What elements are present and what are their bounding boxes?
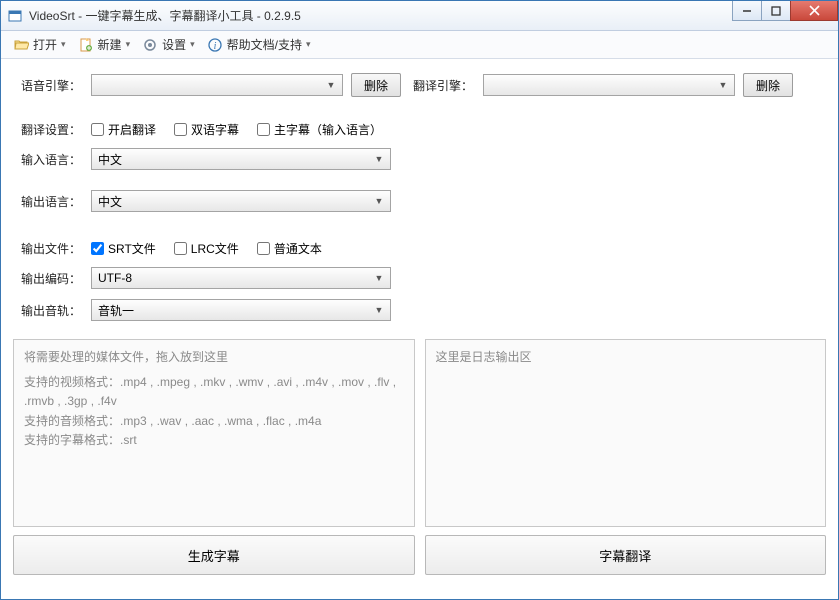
bottom-button-row: 生成字幕 字幕翻译 [1, 527, 838, 585]
chevron-down-icon: ▼ [716, 78, 730, 92]
input-language-label: 输入语言： [21, 151, 91, 168]
translate-engine-label: 翻译引擎： [413, 77, 475, 94]
caret-down-icon: ▾ [61, 39, 66, 50]
drop-zone-panel[interactable]: 将需要处理的媒体文件，拖入放到这里 支持的视频格式：.mp4 , .mpeg ,… [13, 339, 415, 527]
toolbar: 打开 ▾ 新建 ▾ 设置 ▾ i 帮助文档/支持 ▾ [1, 31, 838, 59]
output-language-combo[interactable]: 中文▼ [91, 190, 391, 212]
input-language-combo[interactable]: 中文▼ [91, 148, 391, 170]
help-menu[interactable]: i 帮助文档/支持 ▾ [203, 34, 315, 55]
output-track-label: 输出音轨： [21, 302, 91, 319]
output-encoding-label: 输出编码： [21, 270, 91, 287]
caret-down-icon: ▾ [306, 39, 311, 50]
caret-down-icon: ▾ [126, 39, 131, 50]
engine-row: 语音引擎： ▼ 删除 翻译引擎： ▼ 删除 [21, 73, 818, 97]
main-subtitle-checkbox[interactable]: 主字幕（输入语言） [257, 121, 382, 138]
settings-menu[interactable]: 设置 ▾ [138, 34, 199, 55]
output-encoding-combo[interactable]: UTF-8▼ [91, 267, 391, 289]
chevron-down-icon: ▼ [372, 303, 386, 317]
output-language-label: 输出语言： [21, 193, 91, 210]
gear-icon [142, 37, 158, 53]
new-menu[interactable]: 新建 ▾ [74, 34, 135, 55]
open-menu[interactable]: 打开 ▾ [9, 34, 70, 55]
log-panel: 这里是日志输出区 [425, 339, 827, 527]
caret-down-icon: ▾ [190, 39, 195, 50]
window-controls [733, 1, 838, 30]
output-files-label: 输出文件： [21, 240, 91, 257]
lrc-checkbox[interactable]: LRC文件 [174, 240, 239, 257]
titlebar: VideoSrt - 一键字幕生成、字幕翻译小工具 - 0.2.9.5 [1, 1, 838, 31]
translate-settings-row: 翻译设置： 开启翻译 双语字幕 主字幕（输入语言） [21, 121, 818, 138]
enable-translate-checkbox[interactable]: 开启翻译 [91, 121, 156, 138]
log-placeholder: 这里是日志输出区 [436, 348, 816, 367]
translate-settings-label: 翻译设置： [21, 121, 91, 138]
info-icon: i [207, 37, 223, 53]
new-file-icon [78, 37, 94, 53]
help-label: 帮助文档/支持 [227, 36, 302, 53]
srt-checkbox[interactable]: SRT文件 [91, 240, 156, 257]
translate-engine-combo[interactable]: ▼ [483, 74, 735, 96]
chevron-down-icon: ▼ [324, 78, 338, 92]
subtitle-formats: 支持的字幕格式：.srt [24, 431, 404, 450]
video-formats: 支持的视频格式：.mp4 , .mpeg , .mkv , .wmv , .av… [24, 373, 404, 411]
speech-engine-label: 语音引擎： [21, 77, 83, 94]
chevron-down-icon: ▼ [372, 271, 386, 285]
new-label: 新建 [98, 36, 122, 53]
translate-subtitle-button[interactable]: 字幕翻译 [425, 535, 827, 575]
output-track-combo[interactable]: 音轨一▼ [91, 299, 391, 321]
window-title: VideoSrt - 一键字幕生成、字幕翻译小工具 - 0.2.9.5 [29, 7, 733, 24]
folder-open-icon [13, 37, 29, 53]
content-area: 语音引擎： ▼ 删除 翻译引擎： ▼ 删除 翻译设置： 开启翻译 双语字幕 主字… [1, 59, 838, 339]
speech-engine-delete-button[interactable]: 删除 [351, 73, 401, 97]
app-icon [7, 8, 23, 24]
output-files-row: 输出文件： SRT文件 LRC文件 普通文本 [21, 240, 818, 257]
plain-text-checkbox[interactable]: 普通文本 [257, 240, 322, 257]
open-label: 打开 [33, 36, 57, 53]
svg-text:i: i [213, 41, 216, 52]
chevron-down-icon: ▼ [372, 194, 386, 208]
settings-label: 设置 [162, 36, 186, 53]
bilingual-checkbox[interactable]: 双语字幕 [174, 121, 239, 138]
close-button[interactable] [790, 1, 838, 21]
chevron-down-icon: ▼ [372, 152, 386, 166]
generate-subtitle-button[interactable]: 生成字幕 [13, 535, 415, 575]
maximize-button[interactable] [761, 1, 791, 21]
panels-row: 将需要处理的媒体文件，拖入放到这里 支持的视频格式：.mp4 , .mpeg ,… [1, 339, 838, 527]
speech-engine-combo[interactable]: ▼ [91, 74, 343, 96]
audio-formats: 支持的音频格式：.mp3 , .wav , .aac , .wma , .fla… [24, 412, 404, 431]
translate-engine-delete-button[interactable]: 删除 [743, 73, 793, 97]
drop-hint: 将需要处理的媒体文件，拖入放到这里 [24, 348, 404, 367]
minimize-button[interactable] [732, 1, 762, 21]
